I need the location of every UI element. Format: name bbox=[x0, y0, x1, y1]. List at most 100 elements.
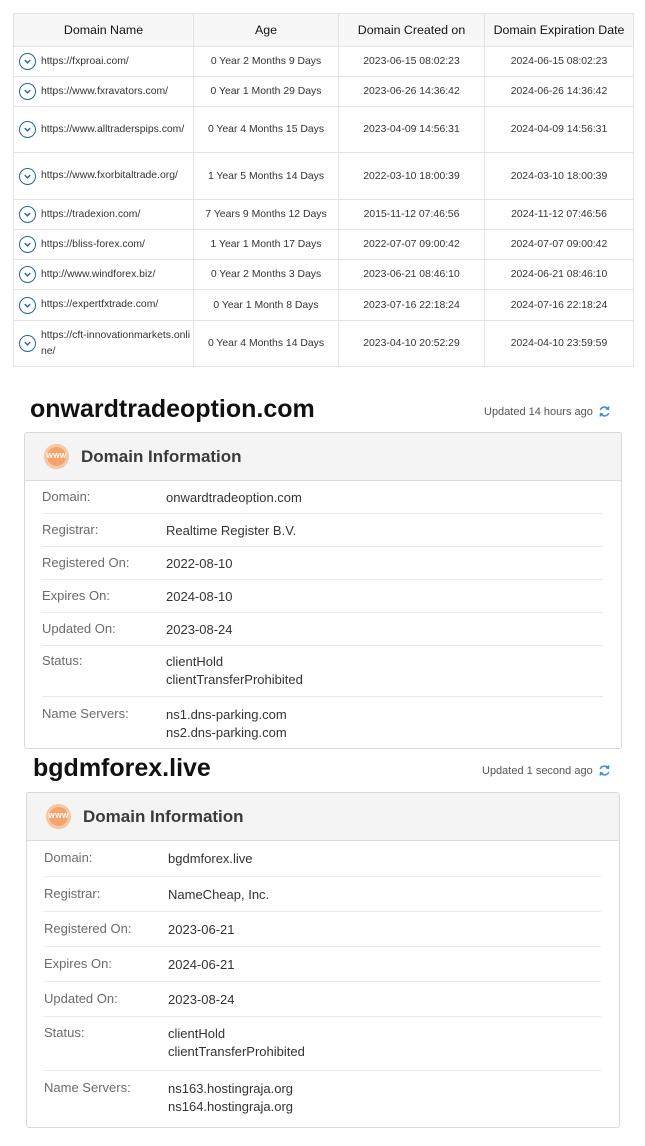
chevron-down-icon[interactable] bbox=[19, 167, 36, 185]
domain-cell: https://expertfxtrade.com/ bbox=[13, 289, 194, 321]
domain-info-card: WWW Domain Information Domain: onwardtra… bbox=[24, 432, 622, 749]
refresh-icon[interactable] bbox=[598, 764, 611, 777]
table-row[interactable]: http://www.windforex.biz/ 0 Year 2 Month… bbox=[13, 259, 634, 290]
field-label: Registered On: bbox=[42, 555, 130, 570]
table-row[interactable]: https://www.fxorbitaltrade.org/ 1 Year 5… bbox=[13, 152, 634, 200]
updated-text: Updated 14 hours ago bbox=[484, 405, 593, 418]
created-cell: 2023-06-15 08:02:23 bbox=[338, 46, 485, 77]
field-value: clientHold clientTransferProhibited bbox=[166, 653, 303, 696]
domain-cell: https://cft-innovationmarkets.online/ bbox=[13, 320, 194, 367]
domain-cell: https://www.alltraderspips.com/ bbox=[13, 106, 194, 153]
domain-name: https://bliss-forex.com/ bbox=[41, 238, 145, 250]
name-server-value: ns164.hostingraja.org bbox=[168, 1099, 294, 1114]
age-cell: 7 Years 9 Months 12 Days bbox=[193, 199, 339, 230]
age-cell: 1 Year 5 Months 14 Days bbox=[193, 152, 339, 200]
updated-status: Updated 14 hours ago bbox=[484, 405, 611, 418]
status-value: clientHold bbox=[166, 654, 224, 669]
age-cell: 1 Year 1 Month 17 Days bbox=[193, 229, 339, 260]
chevron-down-icon[interactable] bbox=[19, 335, 36, 352]
domain-name: https://www.alltraderspips.com/ bbox=[41, 123, 185, 135]
created-cell: 2022-07-07 09:00:42 bbox=[338, 229, 485, 260]
table-row[interactable]: https://tradexion.com/ 7 Years 9 Months … bbox=[13, 199, 634, 230]
field-label: Expires On: bbox=[42, 588, 110, 603]
field-label: Expires On: bbox=[44, 956, 112, 971]
info-rows: Domain: bgdmforex.live Registrar: NameCh… bbox=[27, 841, 619, 1125]
age-cell: 0 Year 1 Month 29 Days bbox=[193, 76, 339, 107]
field-label: Status: bbox=[44, 1025, 85, 1040]
age-cell: 0 Year 2 Months 9 Days bbox=[193, 46, 339, 77]
info-rows: Domain: onwardtradeoption.com Registrar:… bbox=[25, 481, 621, 747]
table-row[interactable]: https://bliss-forex.com/ 1 Year 1 Month … bbox=[13, 229, 634, 260]
field-value: ns1.dns-parking.com ns2.dns-parking.com bbox=[166, 706, 287, 747]
updated-text: Updated 1 second ago bbox=[482, 764, 593, 777]
status-value: clientHold bbox=[168, 1026, 226, 1041]
domain-report-onwardtradeoption: onwardtradeoption.com Updated 14 hours a… bbox=[24, 395, 624, 750]
created-cell: 2023-06-26 14:36:42 bbox=[338, 76, 485, 107]
field-value: onwardtradeoption.com bbox=[166, 490, 302, 505]
table-row[interactable]: https://cft-innovationmarkets.online/ 0 … bbox=[13, 320, 634, 367]
created-cell: 2015-11-12 07:46:56 bbox=[338, 199, 485, 230]
expires-cell: 2024-06-15 08:02:23 bbox=[484, 46, 634, 77]
card-title: Domain Information bbox=[83, 806, 244, 826]
domain-cell: https://tradexion.com/ bbox=[13, 199, 194, 230]
col-domain-name: Domain Name bbox=[13, 13, 194, 47]
expires-cell: 2024-04-09 14:56:31 bbox=[484, 106, 634, 153]
field-value: 2023-08-24 bbox=[166, 622, 233, 637]
field-label: Domain: bbox=[42, 489, 91, 504]
card-header: WWW Domain Information bbox=[27, 793, 619, 841]
table-row[interactable]: https://www.alltraderspips.com/ 0 Year 4… bbox=[13, 106, 634, 153]
expires-cell: 2024-11-12 07:46:56 bbox=[484, 199, 634, 230]
field-value: 2023-06-21 bbox=[168, 922, 235, 937]
created-cell: 2023-06-21 08:46:10 bbox=[338, 259, 485, 290]
chevron-down-icon[interactable] bbox=[19, 296, 36, 314]
info-row-status: Status: clientHold clientTransferProhibi… bbox=[44, 1017, 601, 1071]
field-value: NameCheap, Inc. bbox=[168, 887, 270, 902]
table-row[interactable]: https://expertfxtrade.com/ 0 Year 1 Mont… bbox=[13, 289, 634, 321]
domain-cell: http://www.windforex.biz/ bbox=[13, 259, 194, 290]
www-globe-icon: WWW bbox=[46, 804, 71, 829]
chevron-down-icon[interactable] bbox=[19, 53, 36, 70]
field-value: 2023-08-24 bbox=[168, 992, 235, 1007]
created-cell: 2022-03-10 18:00:39 bbox=[338, 152, 485, 200]
created-cell: 2023-04-09 14:56:31 bbox=[338, 106, 485, 153]
field-label: Updated On: bbox=[42, 621, 116, 636]
domain-name: https://fxproai.com/ bbox=[41, 55, 129, 67]
expires-cell: 2024-06-26 14:36:42 bbox=[484, 76, 634, 107]
chevron-down-icon[interactable] bbox=[19, 121, 36, 138]
card-header: WWW Domain Information bbox=[25, 433, 621, 481]
domain-report-bgdmforex: bgdmforex.live Updated 1 second ago WWW … bbox=[26, 754, 626, 1130]
info-row-expires-on: Expires On: 2024-08-10 bbox=[42, 580, 603, 613]
table-header-row: Domain Name Age Domain Created on Domain… bbox=[13, 13, 634, 47]
expires-cell: 2024-03-10 18:00:39 bbox=[484, 152, 634, 200]
table-row[interactable]: https://www.fxravators.com/ 0 Year 1 Mon… bbox=[13, 76, 634, 107]
chevron-down-icon[interactable] bbox=[19, 236, 36, 253]
info-row-domain: Domain: bgdmforex.live bbox=[44, 841, 601, 877]
field-value: 2022-08-10 bbox=[166, 556, 233, 571]
chevron-down-icon[interactable] bbox=[19, 83, 36, 100]
field-label: Registrar: bbox=[42, 522, 99, 537]
domain-heading: bgdmforex.live bbox=[33, 754, 211, 782]
chevron-down-icon[interactable] bbox=[19, 266, 36, 283]
info-row-name-servers: Name Servers: ns1.dns-parking.com ns2.dn… bbox=[42, 697, 603, 747]
info-row-expires-on: Expires On: 2024-06-21 bbox=[44, 947, 601, 982]
field-label: Name Servers: bbox=[42, 706, 129, 721]
field-label: Registered On: bbox=[44, 921, 132, 936]
refresh-icon[interactable] bbox=[598, 405, 611, 418]
chevron-down-icon[interactable] bbox=[19, 206, 36, 223]
field-label: Registrar: bbox=[44, 886, 101, 901]
info-row-registrar: Registrar: Realtime Register B.V. bbox=[42, 514, 603, 547]
name-server-value: ns163.hostingraja.org bbox=[168, 1081, 294, 1096]
domain-info-card: WWW Domain Information Domain: bgdmforex… bbox=[26, 792, 620, 1128]
domain-name: https://www.fxravators.com/ bbox=[41, 85, 169, 97]
domain-cell: https://www.fxravators.com/ bbox=[13, 76, 194, 107]
age-cell: 0 Year 4 Months 14 Days bbox=[193, 320, 339, 367]
updated-status: Updated 1 second ago bbox=[482, 764, 611, 777]
field-label: Updated On: bbox=[44, 991, 118, 1006]
age-cell: 0 Year 2 Months 3 Days bbox=[193, 259, 339, 290]
col-expiration-date: Domain Expiration Date bbox=[484, 13, 634, 47]
info-row-status: Status: clientHold clientTransferProhibi… bbox=[42, 646, 603, 697]
status-value: clientTransferProhibited bbox=[166, 672, 303, 687]
domain-cell: https://fxproai.com/ bbox=[13, 46, 194, 77]
table-row[interactable]: https://fxproai.com/ 0 Year 2 Months 9 D… bbox=[13, 46, 634, 77]
field-value: 2024-06-21 bbox=[168, 957, 235, 972]
